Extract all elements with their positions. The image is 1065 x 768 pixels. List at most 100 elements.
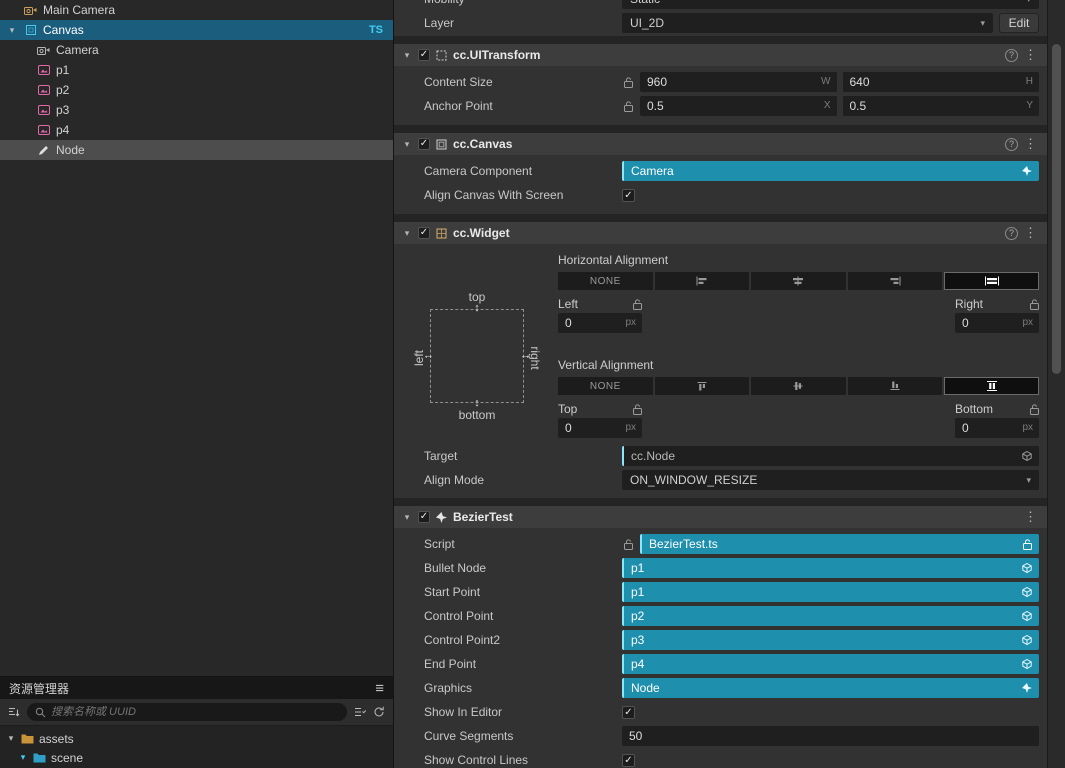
content-size-row: Content Size W H xyxy=(394,70,1047,94)
scrollbar[interactable] xyxy=(1047,0,1065,768)
show-in-editor-checkbox[interactable] xyxy=(622,706,635,719)
kebab-menu-icon[interactable] xyxy=(1024,136,1037,152)
start-point-reference[interactable]: p1 xyxy=(622,582,1039,602)
h-align-left-button[interactable] xyxy=(655,272,750,290)
lock-icon[interactable] xyxy=(622,77,634,88)
vertical-alignment-label: Vertical Alignment xyxy=(558,355,1039,375)
anchor-x-input[interactable] xyxy=(640,96,837,116)
tree-item-p1[interactable]: p1 xyxy=(0,60,393,80)
search-box[interactable] xyxy=(27,703,347,721)
sprite-icon xyxy=(36,64,51,76)
lock-icon[interactable] xyxy=(1030,299,1039,310)
tree-item-node[interactable]: Node xyxy=(0,140,393,160)
chevron-down-icon[interactable] xyxy=(6,25,18,36)
v-align-middle-button[interactable] xyxy=(751,377,846,395)
content-size-height-input[interactable] xyxy=(843,72,1040,92)
kebab-menu-icon[interactable] xyxy=(1024,225,1037,241)
camera-component-reference[interactable]: Camera xyxy=(622,161,1039,181)
refresh-icon[interactable] xyxy=(373,706,385,718)
h-align-center-button[interactable] xyxy=(751,272,846,290)
canvas-component-icon xyxy=(436,139,447,150)
vertical-arrow-icon xyxy=(474,303,480,314)
top-margin-input[interactable] xyxy=(558,418,642,438)
v-align-none-button[interactable]: NONE xyxy=(558,377,653,395)
beziertest-header[interactable]: BezierTest xyxy=(394,506,1047,528)
script-asset-reference[interactable]: BezierTest.ts xyxy=(640,534,1039,554)
end-point-reference[interactable]: p4 xyxy=(622,654,1039,674)
layer-dropdown[interactable]: UI_2D xyxy=(622,13,993,33)
left-margin-input[interactable] xyxy=(558,313,642,333)
tree-item-p4[interactable]: p4 xyxy=(0,120,393,140)
tree-item-main-camera[interactable]: Main Camera xyxy=(0,0,393,20)
canvas-header[interactable]: cc.Canvas xyxy=(394,133,1047,155)
component-enabled-checkbox[interactable] xyxy=(418,49,430,61)
chevron-down-icon[interactable] xyxy=(18,752,28,763)
chevron-down-icon[interactable] xyxy=(402,139,412,150)
asset-item-assets[interactable]: assets xyxy=(0,729,393,748)
tree-item-label: Camera xyxy=(56,43,99,57)
chevron-down-icon[interactable] xyxy=(402,228,412,239)
help-icon[interactable] xyxy=(1005,49,1018,62)
help-icon[interactable] xyxy=(1005,138,1018,151)
component-enabled-checkbox[interactable] xyxy=(418,511,430,523)
app-window: Main Camera Canvas TS Camera xyxy=(0,0,1065,768)
chevron-down-icon xyxy=(1026,0,1031,5)
bullet-node-reference[interactable]: p1 xyxy=(622,558,1039,578)
mobility-dropdown[interactable]: Static xyxy=(622,0,1039,9)
uitransform-header[interactable]: cc.UITransform xyxy=(394,44,1047,66)
control-point2-reference[interactable]: p3 xyxy=(622,630,1039,650)
section-canvas: cc.Canvas Camera Component Camera xyxy=(394,133,1047,214)
lock-icon[interactable] xyxy=(622,101,634,112)
checklist-icon[interactable] xyxy=(354,706,366,718)
layer-edit-button[interactable]: Edit xyxy=(999,13,1039,33)
show-control-lines-checkbox[interactable] xyxy=(622,754,635,767)
lock-icon[interactable] xyxy=(1030,404,1039,415)
node-ref-icon xyxy=(1022,659,1032,669)
control-point-reference[interactable]: p2 xyxy=(622,606,1039,626)
inspector-panel: Mobility Static Layer UI_2D Edit xyxy=(394,0,1047,768)
menu-icon[interactable] xyxy=(375,681,384,696)
tree-item-camera[interactable]: Camera xyxy=(0,40,393,60)
tree-item-canvas[interactable]: Canvas TS xyxy=(0,20,393,40)
tree-item-label: p4 xyxy=(56,123,69,137)
kebab-menu-icon[interactable] xyxy=(1024,509,1037,525)
lock-icon[interactable] xyxy=(633,299,642,310)
align-mode-dropdown[interactable]: ON_WINDOW_RESIZE xyxy=(622,470,1039,490)
help-icon[interactable] xyxy=(1005,227,1018,240)
h-align-stretch-button[interactable] xyxy=(944,272,1039,290)
v-align-top-button[interactable] xyxy=(655,377,750,395)
search-input[interactable] xyxy=(51,706,339,718)
chevron-down-icon[interactable] xyxy=(6,733,16,744)
align-canvas-checkbox[interactable] xyxy=(622,189,635,202)
diagram-left-label: left xyxy=(412,338,426,378)
v-align-stretch-button[interactable] xyxy=(944,377,1039,395)
diagram-bottom-label: bottom xyxy=(410,408,544,422)
widget-header[interactable]: cc.Widget xyxy=(394,222,1047,244)
tree-item-p3[interactable]: p3 xyxy=(0,100,393,120)
curve-segments-input[interactable] xyxy=(622,726,1039,746)
tree-item-p2[interactable]: p2 xyxy=(0,80,393,100)
align-mode-row: Align Mode ON_WINDOW_RESIZE xyxy=(394,468,1047,492)
graphics-component-reference[interactable]: Node xyxy=(622,678,1039,698)
chevron-down-icon[interactable] xyxy=(402,512,412,523)
horizontal-alignment-label: Horizontal Alignment xyxy=(558,250,1039,270)
chevron-down-icon[interactable] xyxy=(402,50,412,61)
lock-icon[interactable] xyxy=(622,539,634,550)
target-reference[interactable]: cc.Node xyxy=(622,446,1039,466)
h-align-right-button[interactable] xyxy=(848,272,943,290)
anchor-y-input[interactable] xyxy=(843,96,1040,116)
kebab-menu-icon[interactable] xyxy=(1024,47,1037,63)
right-margin-input[interactable] xyxy=(955,313,1039,333)
v-align-bottom-button[interactable] xyxy=(848,377,943,395)
lock-icon[interactable] xyxy=(633,404,642,415)
content-size-width-input[interactable] xyxy=(640,72,837,92)
scrollbar-thumb[interactable] xyxy=(1052,44,1061,374)
h-align-none-button[interactable]: NONE xyxy=(558,272,653,290)
bottom-margin-input[interactable] xyxy=(955,418,1039,438)
vertical-arrow-icon xyxy=(474,398,480,409)
component-enabled-checkbox[interactable] xyxy=(418,138,430,150)
asset-item-scene[interactable]: scene xyxy=(0,748,393,767)
tree-item-label: p3 xyxy=(56,103,69,117)
sort-icon[interactable] xyxy=(8,706,20,718)
component-enabled-checkbox[interactable] xyxy=(418,227,430,239)
